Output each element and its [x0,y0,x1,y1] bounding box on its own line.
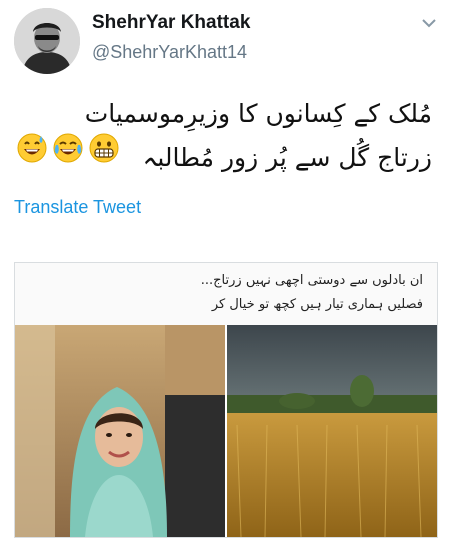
tears-of-joy-emoji [53,133,83,163]
avatar[interactable] [14,8,80,74]
display-name[interactable]: ShehrYar Khattak [92,12,250,34]
grinning-sweat-emoji [17,133,47,163]
grimacing-emoji [89,133,119,163]
chevron-down-icon[interactable] [418,12,440,34]
woman-photo [15,325,225,537]
wheat-field-photo [227,325,437,537]
media-caption-line-1: ان بادلوں سے دوستی اچھی نہیں زرتاج... [200,273,423,288]
emoji-group [16,132,120,168]
tweet-text-line-1: مُلک کے کِسانوں کا وزیرِموسمیات [84,99,432,128]
media-caption: ان بادلوں سے دوستی اچھی نہیں زرتاج... فص… [15,263,437,325]
tweet-media[interactable]: ان بادلوں سے دوستی اچھی نہیں زرتاج... فص… [14,262,438,538]
tweet-card: ShehrYar Khattak @ShehrYarKhatt14 مُلک ک… [0,0,450,542]
media-caption-line-2: فصلیں ہماری تیار ہیں کچھ تو خیال کر [211,297,423,312]
user-handle[interactable]: @ShehrYarKhatt14 [92,42,247,63]
translate-tweet-link[interactable]: Translate Tweet [14,197,141,218]
